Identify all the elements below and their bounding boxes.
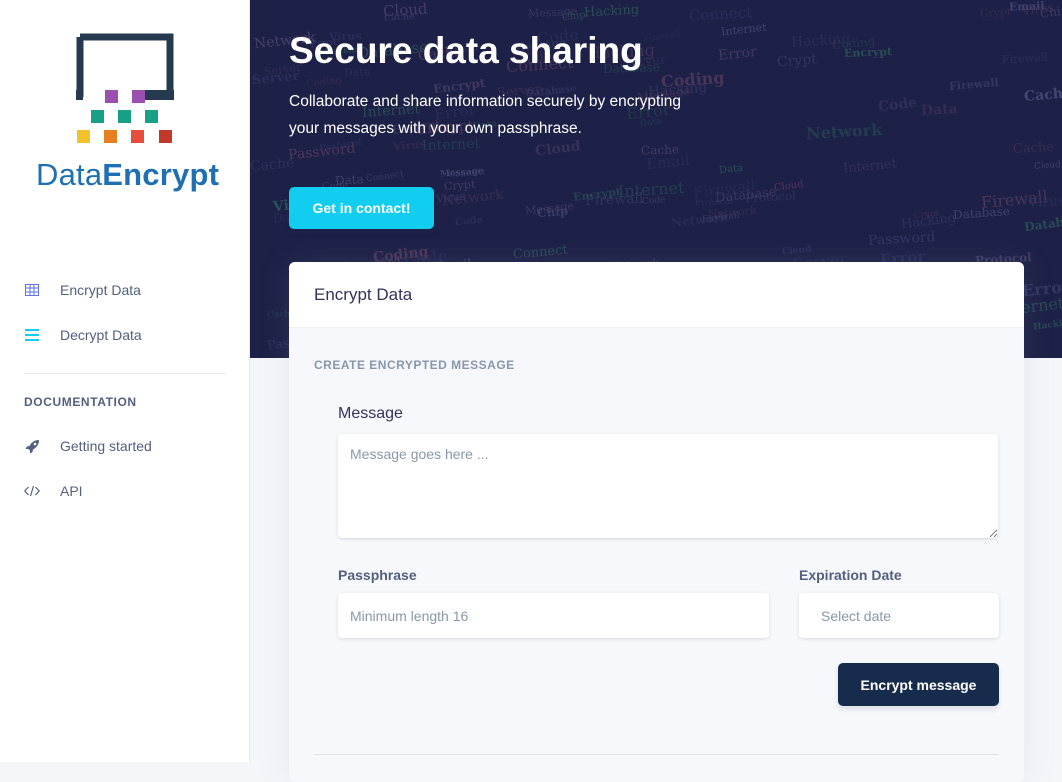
hero-background-word: Firewall (948, 75, 1000, 94)
hero-background-word: Firewall (1001, 50, 1049, 67)
sidebar-item-label: Decrypt Data (60, 327, 142, 343)
expiration-date-label: Expiration Date (799, 567, 902, 583)
sidebar-item-api[interactable]: API (24, 479, 83, 503)
hero-background-word: Internet (720, 20, 768, 39)
hero-background-word: Hacking (1032, 317, 1062, 333)
message-input[interactable] (338, 434, 998, 538)
code-icon (24, 483, 40, 499)
card-title: Encrypt Data (289, 262, 1024, 328)
hero-background-word: Password (867, 229, 936, 249)
hero-background-word: Virus (1027, 192, 1062, 212)
passphrase-label: Passphrase (338, 567, 417, 583)
hero-background-word: Hacking (790, 31, 851, 51)
rocket-icon (24, 438, 40, 454)
grid-table-icon (24, 282, 40, 298)
hero-background-word: Connect (512, 242, 569, 263)
brand-logo[interactable]: DataEncrypt (36, 33, 220, 198)
expiration-date-input[interactable] (799, 593, 999, 638)
hero-background-word: Data (920, 100, 959, 120)
hero-background-word: Hacking (583, 2, 640, 21)
list-icon (24, 327, 40, 343)
passphrase-input[interactable] (338, 593, 769, 638)
encrypt-message-button[interactable]: Encrypt message (838, 663, 999, 706)
hero-background-word: Firewall (642, 29, 682, 45)
sidebar-item-decrypt-data[interactable]: Decrypt Data (24, 323, 142, 347)
hero-background-word: Crypt (776, 51, 818, 71)
sidebar-item-label: Getting started (60, 438, 152, 454)
card-subtitle: CREATE ENCRYPTED MESSAGE (314, 358, 515, 372)
get-in-contact-button[interactable]: Get in contact! (289, 187, 434, 229)
hero-background-word: Cache (1023, 84, 1062, 106)
hero-background-word: Cloud (773, 179, 805, 194)
encrypt-card: Encrypt Data CREATE ENCRYPTED MESSAGE Me… (289, 262, 1024, 782)
hero-background-word: Connect (688, 3, 753, 25)
documentation-heading: DOCUMENTATION (24, 395, 137, 409)
brand-name: DataEncrypt (36, 157, 220, 192)
hero-background-word: Cloud (1033, 160, 1062, 172)
sidebar: DataEncrypt Encrypt Data Decrypt Data DO… (0, 0, 250, 762)
hero-background-word: Cloud (382, 0, 429, 21)
hero-background-word: Network (805, 119, 883, 144)
hero-background-word: Internet (842, 156, 898, 177)
sidebar-item-label: API (60, 483, 83, 499)
logo-mark-icon (76, 33, 174, 143)
hero-background-word: Code (454, 214, 484, 229)
hero-background-word: Internet (617, 177, 685, 202)
hero-background-word: Connect (365, 169, 405, 185)
hero-background-word: Message (527, 4, 578, 21)
hero-background-word: Cache (250, 155, 295, 175)
sidebar-item-getting-started[interactable]: Getting started (24, 434, 152, 458)
hero-background-word: Cache (1012, 140, 1055, 157)
sidebar-item-label: Encrypt Data (60, 282, 141, 298)
hero-background-word: Cache (640, 142, 680, 158)
hero-background-word: Database (1023, 211, 1062, 235)
hero-background-word: Data (718, 162, 744, 177)
sidebar-divider (24, 373, 226, 374)
hero-background-word: Crypt (979, 4, 1012, 21)
hero-background-word: Code (877, 94, 918, 116)
hero-background-word: Crypt (443, 177, 476, 194)
hero-title: Secure data sharing (289, 30, 643, 71)
hero-subtitle: Collaborate and share information secure… (289, 93, 682, 137)
hero-background-word: Error (717, 44, 758, 64)
card-divider (314, 754, 999, 755)
sidebar-item-encrypt-data[interactable]: Encrypt Data (24, 278, 141, 302)
message-label: Message (338, 405, 403, 422)
hero-background-word: Chip (1039, 3, 1062, 21)
